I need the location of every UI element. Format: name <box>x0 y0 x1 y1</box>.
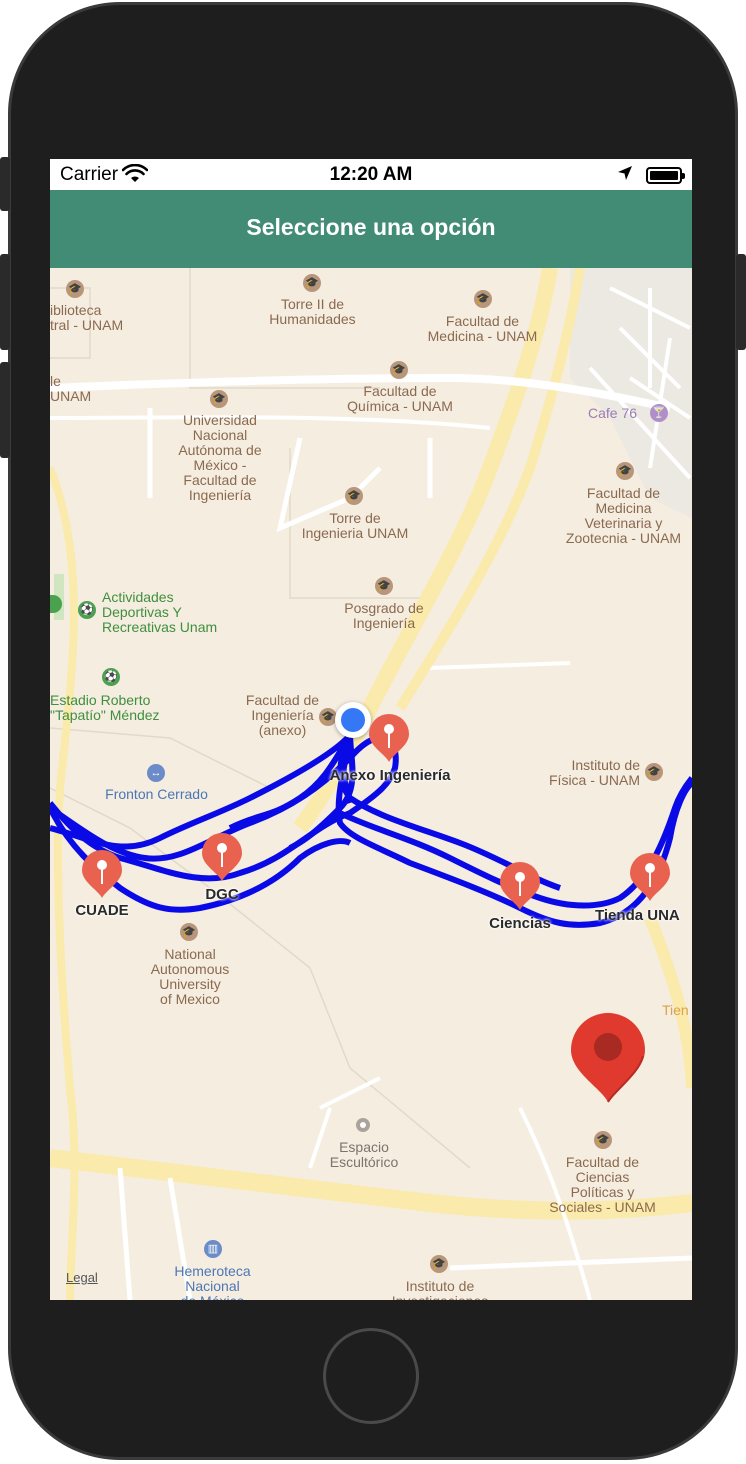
graduation-cap-icon[interactable]: 🎓 <box>180 923 198 941</box>
pin-label[interactable]: Ciencias <box>470 916 570 931</box>
place-label[interactable]: Facultad de Medicina Veterinaria y Zootecni… <box>555 486 692 546</box>
place-label[interactable]: National Autonomous University of Mexico <box>135 947 245 1007</box>
place-label[interactable]: Universidad Nacional Autónoma de México - Fa… <box>160 413 280 503</box>
place-label[interactable]: Cafe 76 <box>588 406 637 421</box>
map-pin-icon[interactable] <box>498 860 542 912</box>
graduation-cap-icon[interactable]: 🎓 <box>430 1255 448 1273</box>
iphone-device-frame: Carrier 12:20 AM Seleccione una opción 🎓… <box>0 0 746 1464</box>
map-pin-icon[interactable] <box>80 848 124 900</box>
place-label[interactable]: Estadio Roberto "Tapatío" Méndez <box>50 693 160 723</box>
stadium-icon[interactable]: ⚽ <box>78 601 96 619</box>
volume-up-button <box>0 254 10 350</box>
mute-switch <box>0 157 10 211</box>
map-pin-icon[interactable] <box>200 831 244 883</box>
navigation-bar: Seleccione una opción <box>50 190 692 268</box>
place-label[interactable]: Facultad de Medicina - UNAM <box>420 314 545 344</box>
graduation-cap-icon[interactable]: 🎓 <box>594 1131 612 1149</box>
pin-label[interactable]: DGC <box>182 887 262 902</box>
place-label[interactable]: le UNAM <box>50 374 91 404</box>
book-icon[interactable]: ▥ <box>204 1240 222 1258</box>
graduation-cap-icon[interactable]: 🎓 <box>474 290 492 308</box>
nav-title: Seleccione una opción <box>246 214 496 240</box>
pin-label[interactable]: Tienda UNA <box>595 908 692 923</box>
landmark-icon[interactable] <box>356 1118 370 1132</box>
power-button <box>736 254 746 350</box>
place-label[interactable]: Tien <box>662 1003 689 1018</box>
graduation-cap-icon[interactable]: 🎓 <box>303 274 321 292</box>
location-arrow-icon <box>616 164 634 188</box>
place-label[interactable]: Torre II de Humanidades <box>250 297 375 327</box>
place-label[interactable]: Actividades Deportivas Y Recreativas Unam <box>102 590 217 635</box>
place-label[interactable]: Instituto deInvestigaciones <box>370 1279 510 1301</box>
map-pin-icon[interactable] <box>367 712 411 764</box>
sports-icon[interactable]: ↔ <box>147 764 165 782</box>
place-label[interactable]: HemerotecaNacionalde México <box>150 1264 275 1301</box>
place-label[interactable]: Facultad de Ciencias Políticas y Sociales -… <box>535 1155 670 1215</box>
battery-icon <box>646 167 685 184</box>
place-label[interactable]: iblioteca tral - UNAM <box>50 303 123 333</box>
pin-label[interactable]: Anexo Ingeniería <box>300 768 480 783</box>
graduation-cap-icon[interactable]: 🎓 <box>345 487 363 505</box>
graduation-cap-icon[interactable]: 🎓 <box>390 361 408 379</box>
graduation-cap-icon[interactable]: 🎓 <box>616 462 634 480</box>
place-label[interactable]: Facultad de Química - UNAM <box>340 384 460 414</box>
cocktail-icon[interactable]: 🍸 <box>650 404 668 422</box>
place-label[interactable]: Torre de Ingenieria UNAM <box>285 511 425 541</box>
graduation-cap-icon[interactable]: 🎓 <box>66 280 84 298</box>
legal-link[interactable]: Legal <box>66 1270 98 1285</box>
selected-location-marker-icon[interactable] <box>569 1012 647 1104</box>
status-time: 12:20 AM <box>329 164 413 185</box>
graduation-cap-icon[interactable]: 🎓 <box>210 390 228 408</box>
stadium-icon[interactable]: ⚽ <box>102 668 120 686</box>
graduation-cap-icon[interactable]: 🎓 <box>645 763 663 781</box>
map-pin-icon[interactable] <box>628 851 672 903</box>
map-view[interactable]: 🎓 iblioteca tral - UNAM 🎓 Torre II de Huma… <box>50 268 692 1300</box>
place-label[interactable]: Espacio Escultórico <box>305 1140 423 1170</box>
place-label[interactable]: Fronton Cerrado <box>90 787 223 802</box>
volume-down-button <box>0 362 10 458</box>
place-label[interactable]: Posgrado de Ingeniería <box>320 601 448 631</box>
home-button[interactable] <box>323 1328 419 1424</box>
place-label[interactable]: Instituto de Física - UNAM <box>540 758 640 788</box>
status-bar: Carrier 12:20 AM <box>50 159 692 190</box>
pin-label[interactable]: CUADE <box>52 903 152 918</box>
graduation-cap-icon[interactable]: 🎓 <box>375 577 393 595</box>
screen: Carrier 12:20 AM Seleccione una opción 🎓… <box>50 159 692 1300</box>
user-location-dot <box>335 702 371 738</box>
